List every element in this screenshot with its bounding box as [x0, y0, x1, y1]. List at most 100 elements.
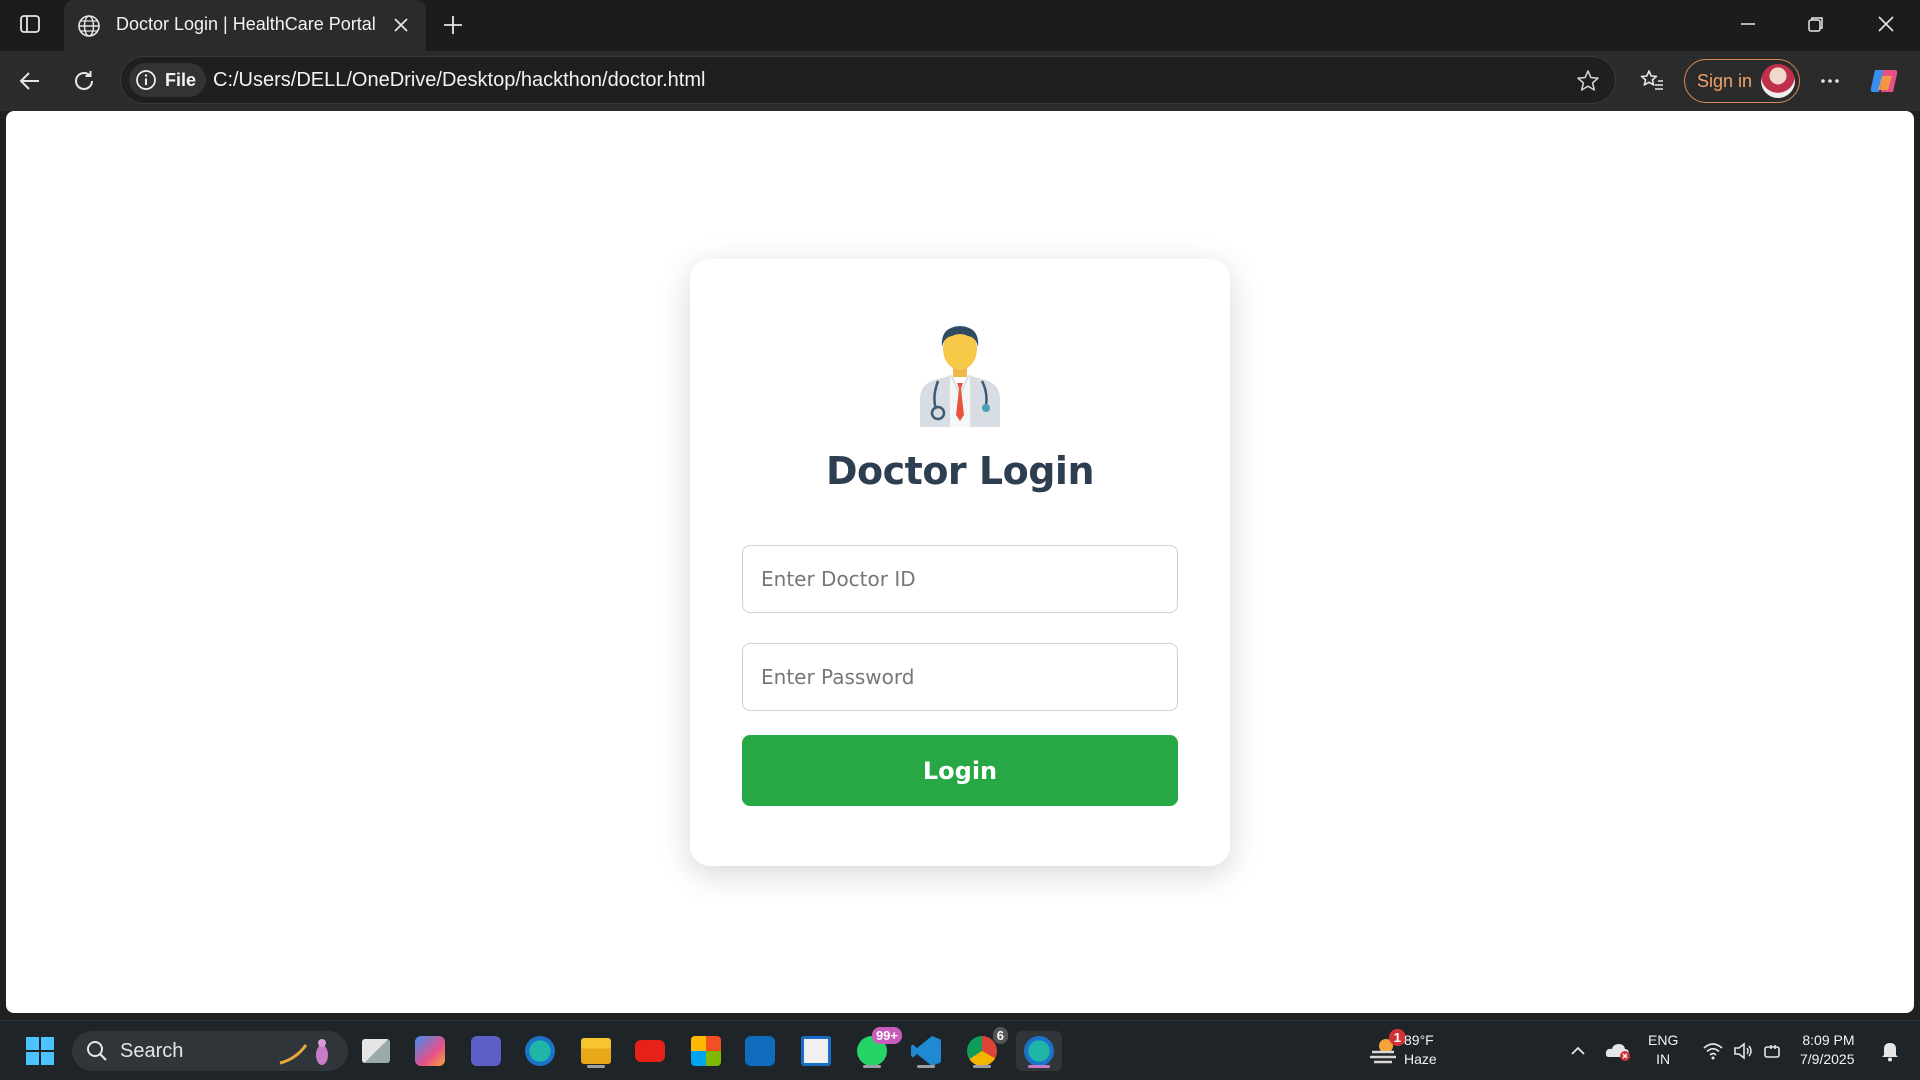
vscode-taskbar-button[interactable] — [906, 1031, 946, 1071]
language-indicator[interactable]: ENG IN — [1648, 1031, 1678, 1069]
restore-icon — [1808, 17, 1823, 32]
clock[interactable]: 8:09 PM 7/9/2025 — [1800, 1031, 1855, 1069]
back-arrow-icon — [19, 72, 39, 90]
region-code: IN — [1656, 1051, 1671, 1067]
close-window-button[interactable] — [1852, 0, 1920, 48]
youtube-icon — [635, 1040, 665, 1062]
clock-time: 8:09 PM — [1802, 1032, 1855, 1048]
tab-title: Doctor Login | HealthCare Portal — [116, 14, 376, 34]
running-indicator — [973, 1065, 991, 1068]
chrome-taskbar-button[interactable]: 6 — [962, 1027, 1008, 1071]
refresh-icon — [75, 71, 93, 90]
running-indicator — [863, 1065, 881, 1068]
copilot-app-icon — [415, 1036, 445, 1066]
file-explorer-taskbar-button[interactable] — [576, 1031, 616, 1071]
favorite-star-icon[interactable] — [1575, 68, 1601, 98]
store-icon — [691, 1036, 721, 1066]
whatsapp-unread-badge: 99+ — [871, 1027, 902, 1044]
copilot-taskbar-button[interactable] — [410, 1031, 450, 1071]
weather-description: Haze — [1404, 1051, 1437, 1067]
chevron-up-icon — [1571, 1046, 1585, 1055]
favorites-icon — [1640, 70, 1663, 90]
doctor-id-input[interactable] — [742, 545, 1178, 613]
weather-temperature: 89°F — [1404, 1032, 1434, 1048]
language-code: ENG — [1648, 1032, 1679, 1048]
windows-taskbar: Search 99+ 6 1 89°F Haze ENG IN 8:09 PM … — [0, 1020, 1920, 1080]
site-chip-label: File — [165, 69, 197, 90]
login-card: Doctor Login Login — [690, 259, 1230, 866]
quick-settings-button[interactable] — [1698, 1031, 1788, 1071]
onedrive-error-icon — [1605, 1044, 1630, 1061]
notification-bell-icon — [1882, 1043, 1898, 1062]
restore-button[interactable] — [1782, 0, 1850, 48]
plus-icon — [444, 16, 462, 34]
new-tab-button[interactable] — [438, 10, 468, 40]
whatsapp-taskbar-button[interactable]: 99+ — [852, 1027, 902, 1071]
site-info-chip[interactable]: File — [129, 63, 207, 97]
edge-active-icon — [1024, 1036, 1054, 1066]
browser-tab-active[interactable]: Doctor Login | HealthCare Portal — [64, 0, 426, 51]
weather-text[interactable]: 89°F Haze — [1404, 1031, 1437, 1069]
more-dots-icon — [1821, 79, 1839, 83]
onedrive-tray-button[interactable] — [1600, 1031, 1636, 1071]
minimize-button[interactable] — [1714, 0, 1782, 48]
chrome-window-badge: 6 — [992, 1027, 1008, 1044]
volume-icon — [1734, 1042, 1752, 1060]
doctor-avatar-icon — [920, 326, 1000, 427]
minimize-icon — [1741, 23, 1755, 25]
windows-logo-icon — [26, 1037, 54, 1065]
tab-close-icon[interactable] — [390, 14, 412, 40]
notifications-button[interactable] — [1872, 1031, 1908, 1071]
sign-in-button[interactable]: Sign in — [1684, 59, 1800, 103]
edge-profile-taskbar-button[interactable] — [520, 1031, 560, 1071]
browser-toolbar: File C:/Users/DELL/OneDrive/Desktop/hack… — [0, 51, 1920, 111]
wifi-icon — [1703, 1043, 1723, 1060]
refresh-button[interactable] — [66, 63, 102, 99]
active-indicator — [1028, 1065, 1050, 1068]
back-button[interactable] — [12, 63, 48, 99]
browser-title-bar: Doctor Login | HealthCare Portal — [0, 0, 1920, 51]
teams-icon — [471, 1036, 501, 1066]
edge-icon — [525, 1036, 555, 1066]
running-indicator — [917, 1065, 935, 1068]
more-options-button[interactable] — [1812, 63, 1848, 99]
search-icon — [87, 1041, 107, 1061]
copilot-icon — [1870, 70, 1898, 92]
weather-widget-button[interactable]: 1 — [1364, 1029, 1406, 1071]
running-indicator — [587, 1065, 605, 1068]
login-button[interactable]: Login — [742, 735, 1178, 806]
password-input[interactable] — [742, 643, 1178, 711]
teams-taskbar-button[interactable] — [466, 1031, 506, 1071]
task-view-icon — [362, 1039, 390, 1063]
chrome-icon — [967, 1036, 997, 1066]
battery-icon — [1764, 1045, 1780, 1058]
store-taskbar-button[interactable] — [686, 1031, 726, 1071]
tab-actions-icon — [20, 15, 40, 33]
news-taskbar-button[interactable] — [796, 1031, 836, 1071]
copilot-button[interactable] — [1866, 63, 1902, 99]
page-title: Doctor Login — [825, 449, 1095, 493]
favorites-button[interactable] — [1634, 63, 1670, 99]
outlook-taskbar-button[interactable] — [740, 1031, 780, 1071]
task-view-button[interactable] — [356, 1031, 396, 1071]
edge-taskbar-button-active[interactable] — [1016, 1031, 1062, 1071]
news-icon — [801, 1036, 831, 1066]
profile-avatar — [1761, 64, 1795, 98]
close-icon — [1878, 16, 1894, 32]
outlook-icon — [745, 1036, 775, 1066]
folder-icon — [581, 1038, 611, 1064]
sign-in-label: Sign in — [1697, 70, 1753, 91]
clock-date: 7/9/2025 — [1800, 1051, 1855, 1067]
start-button[interactable] — [20, 1031, 60, 1071]
info-icon — [136, 70, 156, 90]
page-viewport: Doctor Login Login — [6, 111, 1914, 1013]
search-highlight-icon — [279, 1039, 328, 1065]
globe-icon — [76, 13, 102, 43]
youtube-taskbar-button[interactable] — [630, 1031, 670, 1071]
taskbar-search[interactable]: Search — [72, 1031, 348, 1071]
address-bar[interactable]: File C:/Users/DELL/OneDrive/Desktop/hack… — [120, 56, 1616, 104]
tab-actions-button[interactable] — [10, 6, 50, 42]
url-text[interactable]: C:/Users/DELL/OneDrive/Desktop/hackthon/… — [213, 69, 705, 92]
search-label: Search — [120, 1039, 184, 1062]
show-hidden-icons-button[interactable] — [1560, 1031, 1596, 1071]
